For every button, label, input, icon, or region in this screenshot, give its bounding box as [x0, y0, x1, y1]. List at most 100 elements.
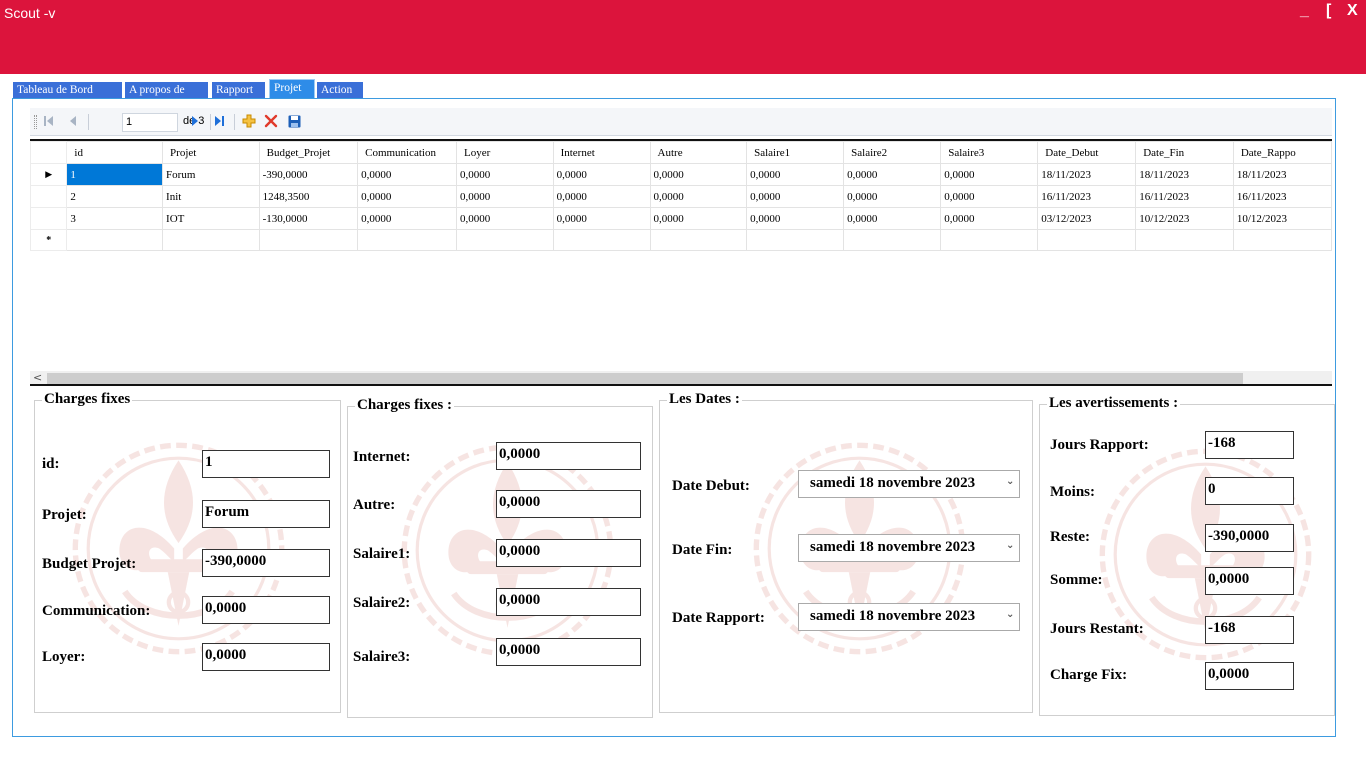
- add-new-button[interactable]: [242, 114, 256, 128]
- grid-cell[interactable]: 0,0000: [843, 207, 942, 230]
- grid-cell[interactable]: IOT: [162, 207, 260, 230]
- tab-a-propos[interactable]: A propos de: [125, 82, 209, 99]
- grid-cell[interactable]: 0,0000: [746, 163, 845, 186]
- new-row[interactable]: *: [30, 229, 1332, 251]
- jours-rapport-field[interactable]: -168: [1205, 431, 1294, 459]
- new-row-indicator[interactable]: *: [30, 229, 68, 251]
- column-header[interactable]: Salaire1: [746, 141, 845, 164]
- close-button[interactable]: X: [1347, 2, 1358, 20]
- row-header[interactable]: [30, 185, 68, 208]
- grid-cell[interactable]: [162, 229, 260, 251]
- grid-cell[interactable]: 2: [66, 185, 164, 208]
- chevron-down-icon[interactable]: ⌄: [1004, 476, 1016, 490]
- grid-cell[interactable]: Forum: [162, 163, 260, 186]
- grid-cell[interactable]: 10/12/2023: [1135, 207, 1234, 230]
- column-header[interactable]: Salaire2: [843, 141, 942, 164]
- loyer-field[interactable]: 0,0000: [202, 643, 330, 671]
- grid-cell[interactable]: 0,0000: [746, 185, 845, 208]
- grid-cell[interactable]: -130,0000: [258, 207, 359, 230]
- grid-cell[interactable]: 0,0000: [456, 207, 554, 230]
- minimize-button[interactable]: _: [1300, 2, 1309, 20]
- grid-cell[interactable]: [1037, 229, 1137, 251]
- date-debut-picker[interactable]: samedi 18 novembre 2023 ⌄: [798, 470, 1020, 498]
- restore-button[interactable]: [: [1326, 2, 1331, 20]
- grid-cell[interactable]: 0,0000: [357, 185, 457, 208]
- grid-cell[interactable]: [552, 229, 651, 251]
- tab-projet[interactable]: Projet: [269, 79, 315, 99]
- grid-cell[interactable]: 0,0000: [940, 207, 1039, 230]
- column-header[interactable]: Projet: [162, 141, 260, 164]
- projet-field[interactable]: Forum: [202, 500, 330, 528]
- column-header[interactable]: Budget_Projet: [258, 141, 359, 164]
- salaire2-field[interactable]: 0,0000: [496, 588, 641, 616]
- grid-cell[interactable]: 0,0000: [649, 185, 748, 208]
- grid-cell[interactable]: 0,0000: [456, 185, 554, 208]
- toolbar-grip[interactable]: [34, 115, 37, 129]
- data-grid[interactable]: id Projet Budget_Projet Communication Lo…: [30, 139, 1332, 371]
- chevron-down-icon[interactable]: ⌄: [1004, 609, 1016, 623]
- tab-action[interactable]: Action: [317, 82, 364, 99]
- position-input[interactable]: 1: [122, 113, 178, 132]
- communication-field[interactable]: 0,0000: [202, 596, 330, 624]
- grid-cell[interactable]: 0,0000: [456, 163, 554, 186]
- grid-cell[interactable]: 0,0000: [552, 207, 651, 230]
- grid-cell[interactable]: 3: [66, 207, 164, 230]
- grid-cell[interactable]: [456, 229, 554, 251]
- grid-cell[interactable]: 03/12/2023: [1037, 207, 1137, 230]
- tab-tableau-de-bord[interactable]: Tableau de Bord: [13, 82, 123, 99]
- reste-field[interactable]: -390,0000: [1205, 524, 1294, 552]
- column-header[interactable]: Communication: [357, 141, 457, 164]
- salaire1-field[interactable]: 0,0000: [496, 539, 641, 567]
- date-rapport-picker[interactable]: samedi 18 novembre 2023 ⌄: [798, 603, 1020, 631]
- grid-cell[interactable]: 16/11/2023: [1037, 185, 1137, 208]
- internet-field[interactable]: 0,0000: [496, 442, 641, 470]
- grid-cell[interactable]: 0,0000: [940, 163, 1039, 186]
- grid-cell[interactable]: [1135, 229, 1234, 251]
- grid-cell[interactable]: 0,0000: [552, 163, 651, 186]
- grid-cell[interactable]: 0,0000: [357, 207, 457, 230]
- grid-cell[interactable]: [66, 229, 164, 251]
- grid-cell[interactable]: [843, 229, 942, 251]
- tab-rapport[interactable]: Rapport: [212, 82, 266, 99]
- column-header[interactable]: Date_Debut: [1037, 141, 1137, 164]
- moins-field[interactable]: 0: [1205, 477, 1294, 505]
- table-row[interactable]: 3 IOT -130,0000 0,0000 0,0000 0,0000 0,0…: [30, 207, 1332, 230]
- somme-field[interactable]: 0,0000: [1205, 567, 1294, 595]
- table-row[interactable]: ▶ 1 Forum -390,0000 0,0000 0,0000 0,0000…: [30, 163, 1332, 186]
- column-header[interactable]: Date_Rappo: [1232, 141, 1332, 164]
- move-first-button[interactable]: [42, 114, 56, 128]
- budget-projet-field[interactable]: -390,0000: [202, 549, 330, 577]
- grid-cell[interactable]: 16/11/2023: [1135, 185, 1234, 208]
- date-fin-picker[interactable]: samedi 18 novembre 2023 ⌄: [798, 534, 1020, 562]
- grid-cell[interactable]: 0,0000: [649, 163, 748, 186]
- grid-cell[interactable]: 0,0000: [843, 185, 942, 208]
- column-header[interactable]: Date_Fin: [1135, 141, 1234, 164]
- grid-cell[interactable]: 0,0000: [649, 207, 748, 230]
- delete-button[interactable]: [264, 114, 278, 128]
- grid-cell[interactable]: -390,0000: [258, 163, 359, 186]
- grid-cell[interactable]: 1248,3500: [258, 185, 359, 208]
- column-header[interactable]: Autre: [649, 141, 748, 164]
- grid-corner[interactable]: [30, 141, 68, 164]
- row-header[interactable]: [30, 207, 68, 230]
- grid-cell[interactable]: [940, 229, 1039, 251]
- charge-fix-field[interactable]: 0,0000: [1205, 662, 1294, 690]
- id-field[interactable]: 1: [202, 450, 330, 478]
- grid-cell[interactable]: [649, 229, 748, 251]
- save-button[interactable]: [287, 114, 301, 128]
- scrollbar-thumb[interactable]: [47, 373, 1243, 384]
- grid-cell[interactable]: 1: [66, 163, 164, 186]
- grid-cell[interactable]: 0,0000: [746, 207, 845, 230]
- horizontal-scrollbar[interactable]: <: [30, 371, 1332, 386]
- current-row-indicator[interactable]: ▶: [30, 163, 68, 186]
- grid-cell[interactable]: 0,0000: [552, 185, 651, 208]
- scroll-left-icon[interactable]: <: [33, 371, 42, 384]
- column-header[interactable]: Loyer: [456, 141, 554, 164]
- grid-cell[interactable]: [258, 229, 359, 251]
- grid-cell[interactable]: 0,0000: [843, 163, 942, 186]
- table-row[interactable]: 2 Init 1248,3500 0,0000 0,0000 0,0000 0,…: [30, 185, 1332, 208]
- grid-cell[interactable]: 16/11/2023: [1232, 185, 1332, 208]
- grid-cell[interactable]: 0,0000: [940, 185, 1039, 208]
- column-header[interactable]: id: [66, 141, 164, 164]
- move-previous-button[interactable]: [66, 114, 80, 128]
